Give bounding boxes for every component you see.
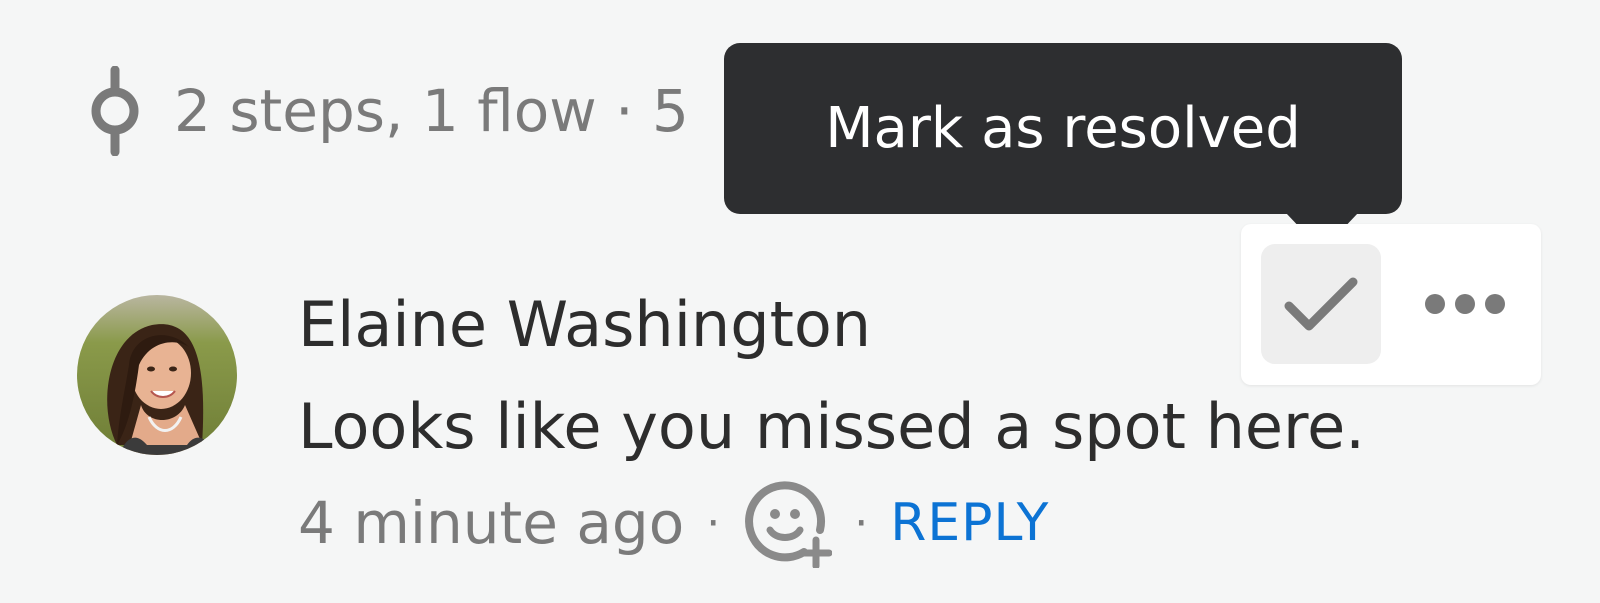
resolve-tooltip: Mark as resolved [724,43,1402,214]
add-reaction-icon[interactable] [742,478,833,568]
more-horizontal-icon [1425,294,1505,314]
reply-button[interactable]: REPLY [890,493,1049,553]
comment-footer: 4 minute ago · · REPLY [298,478,1049,568]
comment-panel: 2 steps, 1 flow · 5 Mark as resolved Ela… [0,0,1600,603]
comment-timestamp: 4 minute ago [298,489,685,557]
flow-steps-icon [91,66,139,156]
tooltip-label: Mark as resolved [825,96,1301,161]
separator: · [854,497,869,549]
flow-summary-text: 2 steps, 1 flow · 5 [174,77,689,145]
user-photo [77,295,237,455]
checkmark-icon [1284,277,1358,331]
flow-summary-row: 2 steps, 1 flow · 5 [86,66,689,156]
separator: · [706,497,721,549]
comment-actions [1241,224,1541,385]
avatar[interactable] [77,295,237,455]
mark-resolved-button[interactable] [1261,244,1381,364]
comment-text: Looks like you missed a spot here. [298,390,1366,463]
comment-author[interactable]: Elaine Washington [298,288,871,361]
more-options-button[interactable] [1415,279,1515,329]
